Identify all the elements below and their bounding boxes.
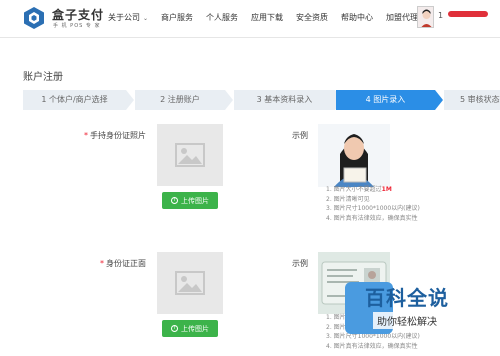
tip-item: 4. 图片真有法律效应，确保真实性	[326, 214, 418, 222]
tips-list-handheld-id: 1. 图片大小不要超过1M 2. 图片清晰可见 3. 图片尺寸1000*1000…	[326, 185, 420, 223]
upload-preview-handheld-id[interactable]	[157, 124, 223, 186]
brand-tagline: 手 机 POS 专 家	[53, 23, 101, 29]
image-placeholder-icon	[175, 143, 205, 167]
step-5: 5 审核状态	[444, 90, 500, 110]
field-label-handheld-id: * 手持身份证照片	[84, 131, 146, 140]
nav-personal-service[interactable]: 个人服务	[206, 12, 238, 23]
redacted-username	[448, 11, 488, 17]
watermark: 百科全说 助你轻松解决	[345, 270, 495, 350]
step-divider-active	[435, 90, 443, 110]
step-divider	[126, 90, 134, 110]
avatar[interactable]	[417, 6, 434, 28]
upload-button-id-front[interactable]: ↑ 上传图片	[162, 320, 218, 337]
watermark-title: 百科全说	[365, 286, 449, 310]
upload-button-handheld-id[interactable]: ↑ 上传图片	[162, 192, 218, 209]
required-asterisk: *	[100, 259, 104, 268]
example-photo-handheld-id	[318, 124, 390, 187]
tip-item: 2. 图片清晰可见	[326, 195, 370, 203]
chevron-down-icon: ⌄	[143, 15, 149, 22]
upload-preview-id-front[interactable]	[157, 252, 223, 314]
upload-icon: ↑	[171, 197, 178, 204]
step-2: 2 注册账户	[135, 90, 225, 110]
field-label-id-front: * 身份证正面	[100, 259, 146, 268]
tip-item: 1. 图片大小不要超过1M	[326, 186, 392, 193]
image-placeholder-icon	[175, 271, 205, 295]
registration-steps: 1 个体户/商户选择 2 注册账户 3 基本资料录入 4 图片录入 5 审核状态	[23, 90, 500, 110]
step-3: 3 基本资料录入	[234, 90, 335, 110]
nav-merchant-service[interactable]: 商户服务	[161, 12, 193, 23]
page-title: 账户注册	[23, 72, 63, 83]
step-4-active: 4 图片录入	[336, 90, 435, 110]
step-divider	[225, 90, 233, 110]
step-1: 1 个体户/商户选择	[23, 90, 126, 110]
nav-about[interactable]: 关于公司 ⌄	[108, 12, 148, 23]
example-label: 示例	[292, 131, 308, 140]
nav-security[interactable]: 安全资质	[296, 12, 328, 23]
watermark-subtitle: 助你轻松解决	[373, 312, 441, 329]
brand-name: 盒子支付	[52, 8, 105, 22]
user-id[interactable]: 1	[438, 11, 443, 20]
company-logo-icon[interactable]	[22, 6, 46, 30]
top-header: 盒子支付 手 机 POS 专 家 关于公司 ⌄ 商户服务 个人服务 应用下载 安全…	[0, 0, 500, 38]
tip-item: 3. 图片尺寸1000*1000以内(建议)	[326, 205, 420, 212]
required-asterisk: *	[84, 131, 88, 140]
main-nav: 关于公司 ⌄ 商户服务 个人服务 应用下载 安全资质 帮助中心 加盟代理	[108, 12, 431, 23]
example-label: 示例	[292, 259, 308, 268]
nav-join-agent[interactable]: 加盟代理	[386, 12, 418, 23]
nav-app-download[interactable]: 应用下载	[251, 12, 283, 23]
upload-icon: ↑	[171, 325, 178, 332]
nav-help-center[interactable]: 帮助中心	[341, 12, 373, 23]
